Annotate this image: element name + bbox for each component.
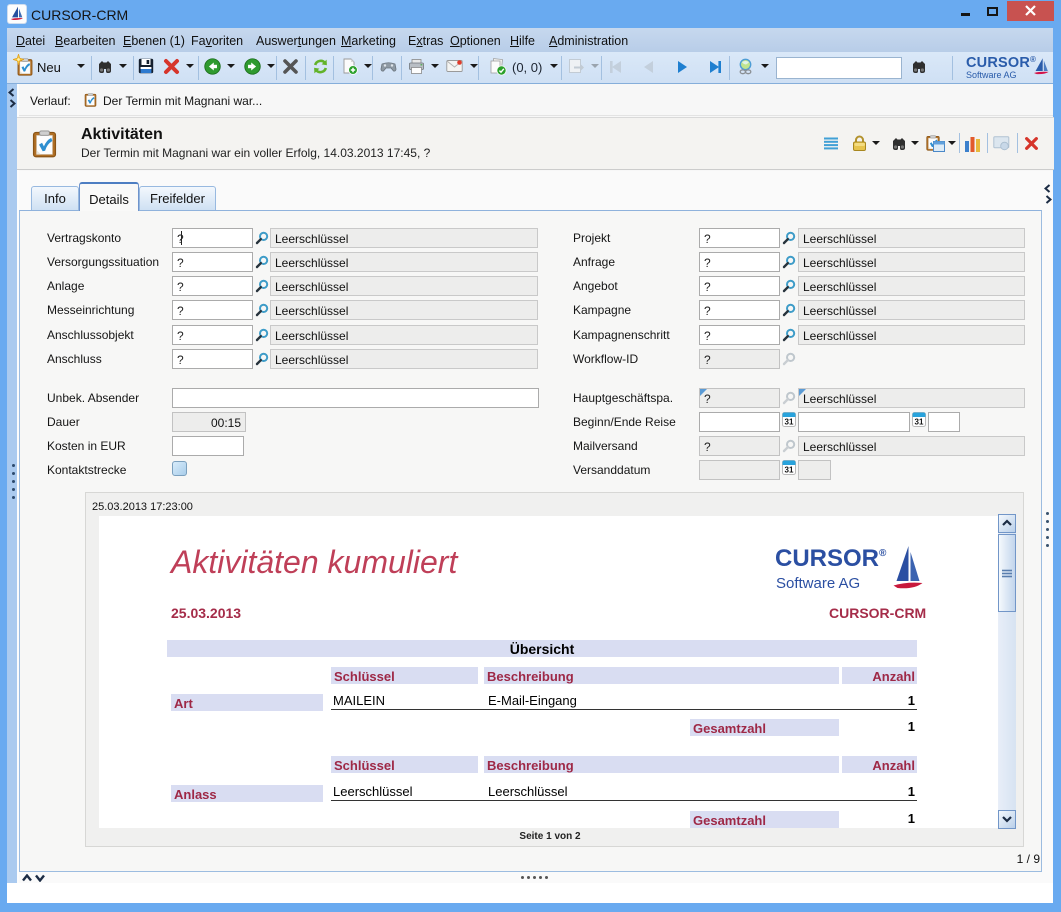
svg-text:31: 31: [785, 466, 794, 475]
svg-text:31: 31: [915, 418, 924, 427]
svg-text:31: 31: [785, 418, 794, 427]
